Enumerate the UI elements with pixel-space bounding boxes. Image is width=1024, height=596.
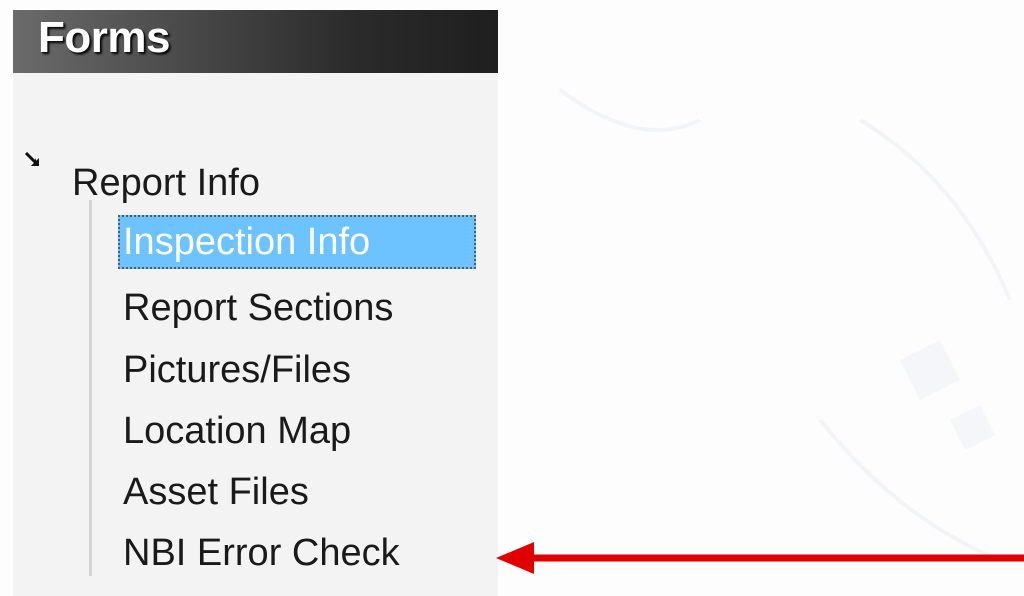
tree-root-report-info[interactable]: Report Info	[72, 160, 260, 206]
expanded-arrow-icon[interactable]	[25, 152, 41, 168]
tree-item-pictures-files[interactable]: Pictures/Files	[118, 343, 355, 397]
tree-item-inspection-info[interactable]: Inspection Info	[118, 215, 476, 269]
tree-item-location-map[interactable]: Location Map	[118, 404, 355, 458]
tree-item-nbi-error-check[interactable]: NBI Error Check	[118, 526, 404, 580]
tree-item-asset-files[interactable]: Asset Files	[118, 465, 313, 519]
tree-connector-line	[89, 200, 92, 576]
forms-panel-header: Forms	[13, 10, 498, 73]
forms-panel-title: Forms	[38, 13, 170, 62]
red-annotation-arrow	[496, 542, 1024, 574]
tree-item-report-sections[interactable]: Report Sections	[118, 281, 397, 335]
